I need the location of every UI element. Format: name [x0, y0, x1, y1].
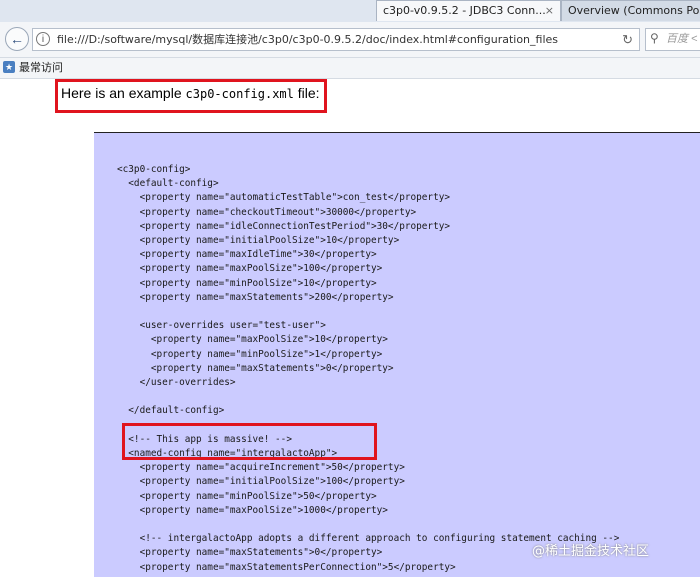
code-line: <property name="checkoutTimeout">30000</… [117, 206, 417, 218]
code-line: <default-config> [117, 178, 219, 190]
watermark: @稀土掘金技术社区 [532, 544, 650, 559]
code-line: <property name="maxStatements">200</prop… [117, 291, 394, 303]
code-line: <property name="minPoolSize">10</propert… [117, 277, 377, 289]
code-line: <property name="maxPoolSize">1000</prope… [117, 504, 388, 516]
code-block: <c3p0-config> <default-config> <property… [94, 132, 700, 577]
code-line: </user-overrides> [117, 377, 236, 389]
reload-icon[interactable]: ↻ [622, 30, 633, 49]
code-line: <property name="maxPoolSize">100</proper… [117, 263, 383, 275]
code-line: <property name="acquireIncrement">50</pr… [117, 462, 405, 474]
code-line: <property name="automaticTestTable">con_… [117, 192, 451, 204]
code-line: <property name="minPoolSize">1</property… [117, 348, 383, 360]
url-text[interactable]: file:///D:/software/mysql/数据库连接池/c3p0/c3… [57, 29, 558, 50]
bookmark-folder-icon: ★ [3, 61, 15, 73]
code-line: <property name="maxPoolSize">10</propert… [117, 334, 388, 346]
bookmark-most-visited[interactable]: 最常访问 [19, 58, 63, 78]
arrow-left-icon: ← [10, 31, 24, 47]
tab-c3p0-docs[interactable]: c3p0-v0.9.5.2 - JDBC3 Conn... × [376, 0, 561, 21]
intro-paragraph: Here is an example c3p0-config.xml file: [55, 79, 327, 113]
code-line: <property name="idleConnectionTestPeriod… [117, 220, 451, 232]
tab-title: Overview (Commons Pool [568, 4, 700, 17]
tab-title: c3p0-v0.9.5.2 - JDBC3 Conn... [383, 4, 546, 17]
search-placeholder: 百度 < [666, 33, 698, 45]
address-bar[interactable]: i file:///D:/software/mysql/数据库连接池/c3p0/… [32, 28, 640, 51]
close-icon[interactable]: × [545, 1, 554, 21]
intro-text-prefix: Here is an example [61, 85, 186, 101]
info-icon[interactable]: i [36, 32, 50, 46]
search-icon: ⚲ [650, 31, 659, 45]
code-line: <property name="minPoolSize">50</propert… [117, 490, 377, 502]
code-line: <property name="initialPoolSize">100</pr… [117, 476, 405, 488]
code-listing: <c3p0-config> <default-config> <property… [117, 163, 619, 575]
code-line: <user-overrides user="test-user"> [117, 320, 326, 332]
code-line: <property name="maxStatementsPerConnecti… [117, 561, 456, 573]
code-line: </default-config> [117, 405, 225, 417]
highlight-box [122, 423, 377, 460]
tab-strip: c3p0-v0.9.5.2 - JDBC3 Conn... × Overview… [0, 0, 700, 23]
code-line: <property name="maxStatements">0</proper… [117, 362, 394, 374]
tab-commons-pool[interactable]: Overview (Commons Pool [561, 0, 700, 21]
code-line: <c3p0-config> [117, 164, 191, 175]
back-button[interactable]: ← [5, 27, 29, 51]
navigation-bar: ← i file:///D:/software/mysql/数据库连接池/c3p… [0, 22, 700, 58]
code-line: <property name="maxIdleTime">30</propert… [117, 249, 377, 261]
intro-text-suffix: file: [293, 85, 320, 101]
bookmarks-bar: ★ 最常访问 [0, 58, 700, 79]
intro-filename: c3p0-config.xml [185, 87, 294, 101]
search-input[interactable]: ⚲ 百度 < [645, 28, 700, 51]
code-line: <property name="initialPoolSize">10</pro… [117, 235, 400, 247]
